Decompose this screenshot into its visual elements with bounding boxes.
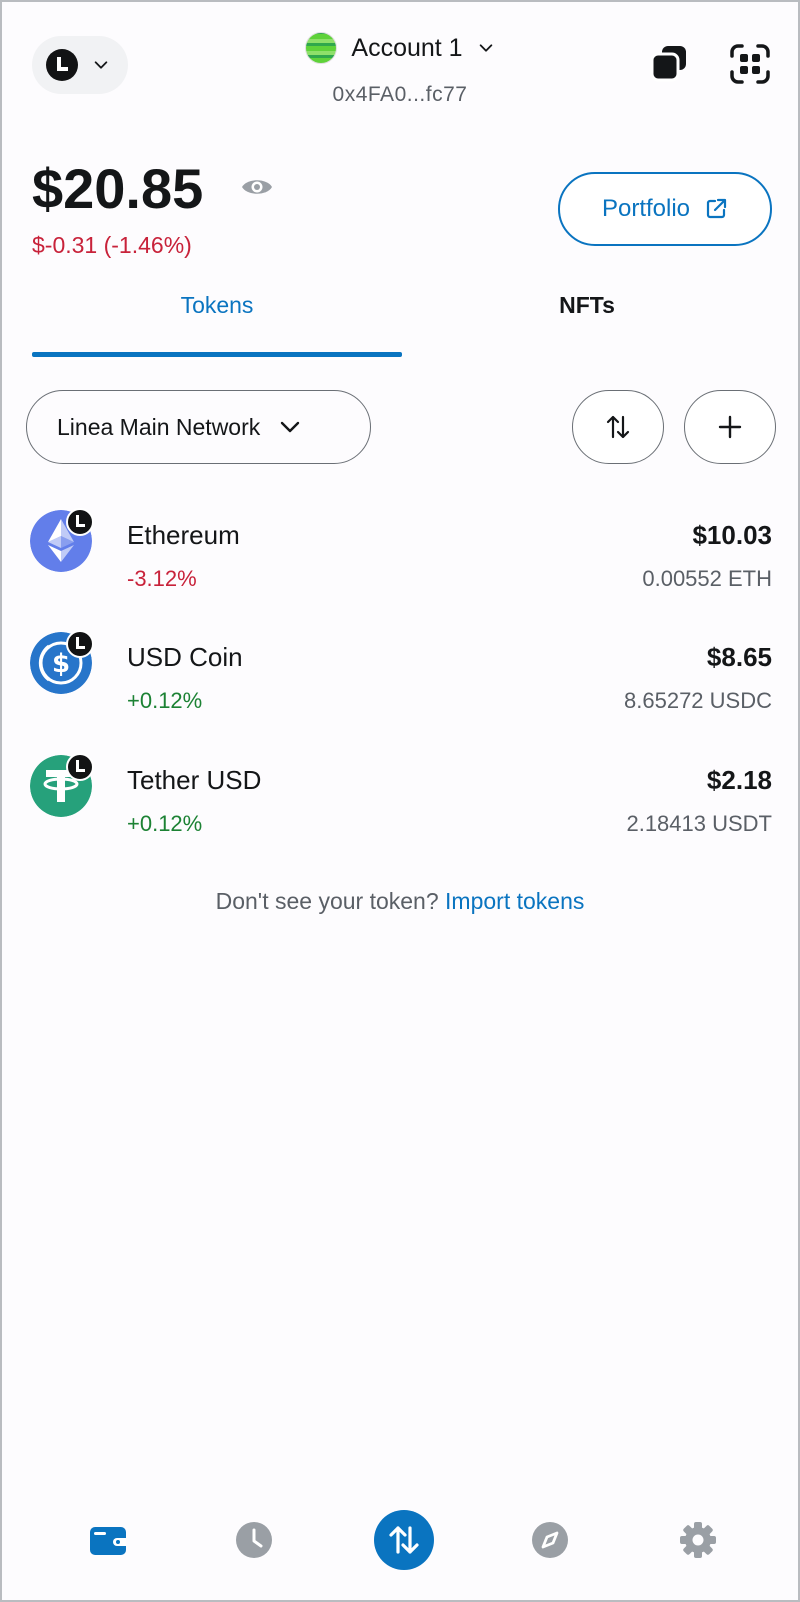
eye-icon[interactable] — [240, 174, 274, 200]
app-frame: Account 1 0x4FA0...fc77 $20.85 $-0.31 (-… — [0, 0, 800, 1602]
nav-settings[interactable] — [674, 1516, 722, 1564]
account-picker-button[interactable]: Account 1 — [305, 32, 494, 64]
token-change: -3.12% — [127, 566, 197, 591]
network-filter-label: Linea Main Network — [57, 413, 261, 440]
account-address[interactable]: 0x4FA0...fc77 — [2, 83, 798, 107]
token-value: $2.18 — [706, 765, 772, 795]
nav-activity[interactable] — [230, 1516, 278, 1564]
account-avatar — [305, 32, 338, 64]
chevron-down-icon — [479, 44, 492, 52]
nav-trade[interactable] — [374, 1510, 434, 1570]
import-prompt-text: Don't see your token? — [215, 888, 439, 914]
tab-tokens[interactable]: Tokens — [32, 292, 402, 319]
total-balance: $20.85 — [32, 157, 204, 220]
token-change: +0.12% — [127, 811, 203, 836]
portfolio-button[interactable]: Portfolio — [558, 172, 772, 246]
token-value: $10.03 — [692, 520, 772, 550]
copy-icon — [650, 46, 686, 82]
nav-wallet[interactable] — [84, 1516, 132, 1564]
tab-nfts[interactable]: NFTs — [402, 292, 772, 319]
token-row-ethereum[interactable]: Ethereum -3.12% $10.03 0.00552 ETH — [2, 508, 800, 618]
balance-change: $-0.31 (-1.46%) — [32, 232, 192, 258]
token-amount: 8.65272 USDC — [624, 688, 772, 713]
linea-network-badge — [66, 753, 94, 781]
token-change: +0.12% — [127, 688, 203, 713]
linea-network-badge — [66, 508, 94, 536]
nav-browser[interactable] — [526, 1516, 574, 1564]
token-name: Ethereum — [127, 520, 240, 550]
clock-icon — [236, 1522, 272, 1558]
portfolio-label: Portfolio — [601, 195, 691, 222]
token-row-tether-usd[interactable]: Tether USD +0.12% $2.18 2.18413 USDT — [2, 753, 800, 863]
sort-button[interactable] — [572, 390, 664, 464]
external-link-icon — [706, 198, 727, 219]
import-tokens-link[interactable]: Import tokens — [445, 888, 584, 914]
bottom-navigation — [4, 1502, 796, 1580]
wallet-icon — [90, 1527, 126, 1555]
chevron-down-icon — [281, 421, 300, 433]
linea-network-badge — [66, 630, 94, 658]
active-tab-indicator — [32, 352, 402, 357]
token-row-usd-coin[interactable]: $ USD Coin +0.12% $8.65 8.65272 USDC — [2, 630, 800, 740]
token-amount: 0.00552 ETH — [642, 566, 772, 591]
gear-icon — [680, 1522, 716, 1558]
sort-arrows-icon — [606, 415, 630, 439]
copy-button[interactable] — [648, 42, 692, 86]
swap-arrows-icon — [389, 1526, 419, 1554]
scan-button[interactable] — [728, 42, 772, 86]
qr-scan-icon — [730, 44, 770, 84]
token-name: USD Coin — [127, 642, 243, 672]
network-filter-dropdown[interactable]: Linea Main Network — [26, 390, 371, 464]
account-name: Account 1 — [351, 33, 463, 62]
svg-text:$: $ — [52, 649, 70, 679]
token-name: Tether USD — [127, 765, 262, 795]
token-amount: 2.18413 USDT — [626, 811, 772, 836]
import-tokens-prompt: Don't see your token? Import tokens — [2, 888, 798, 915]
token-value: $8.65 — [706, 642, 772, 672]
plus-icon — [718, 415, 742, 439]
add-token-button[interactable] — [684, 390, 776, 464]
compass-icon — [532, 1522, 568, 1558]
